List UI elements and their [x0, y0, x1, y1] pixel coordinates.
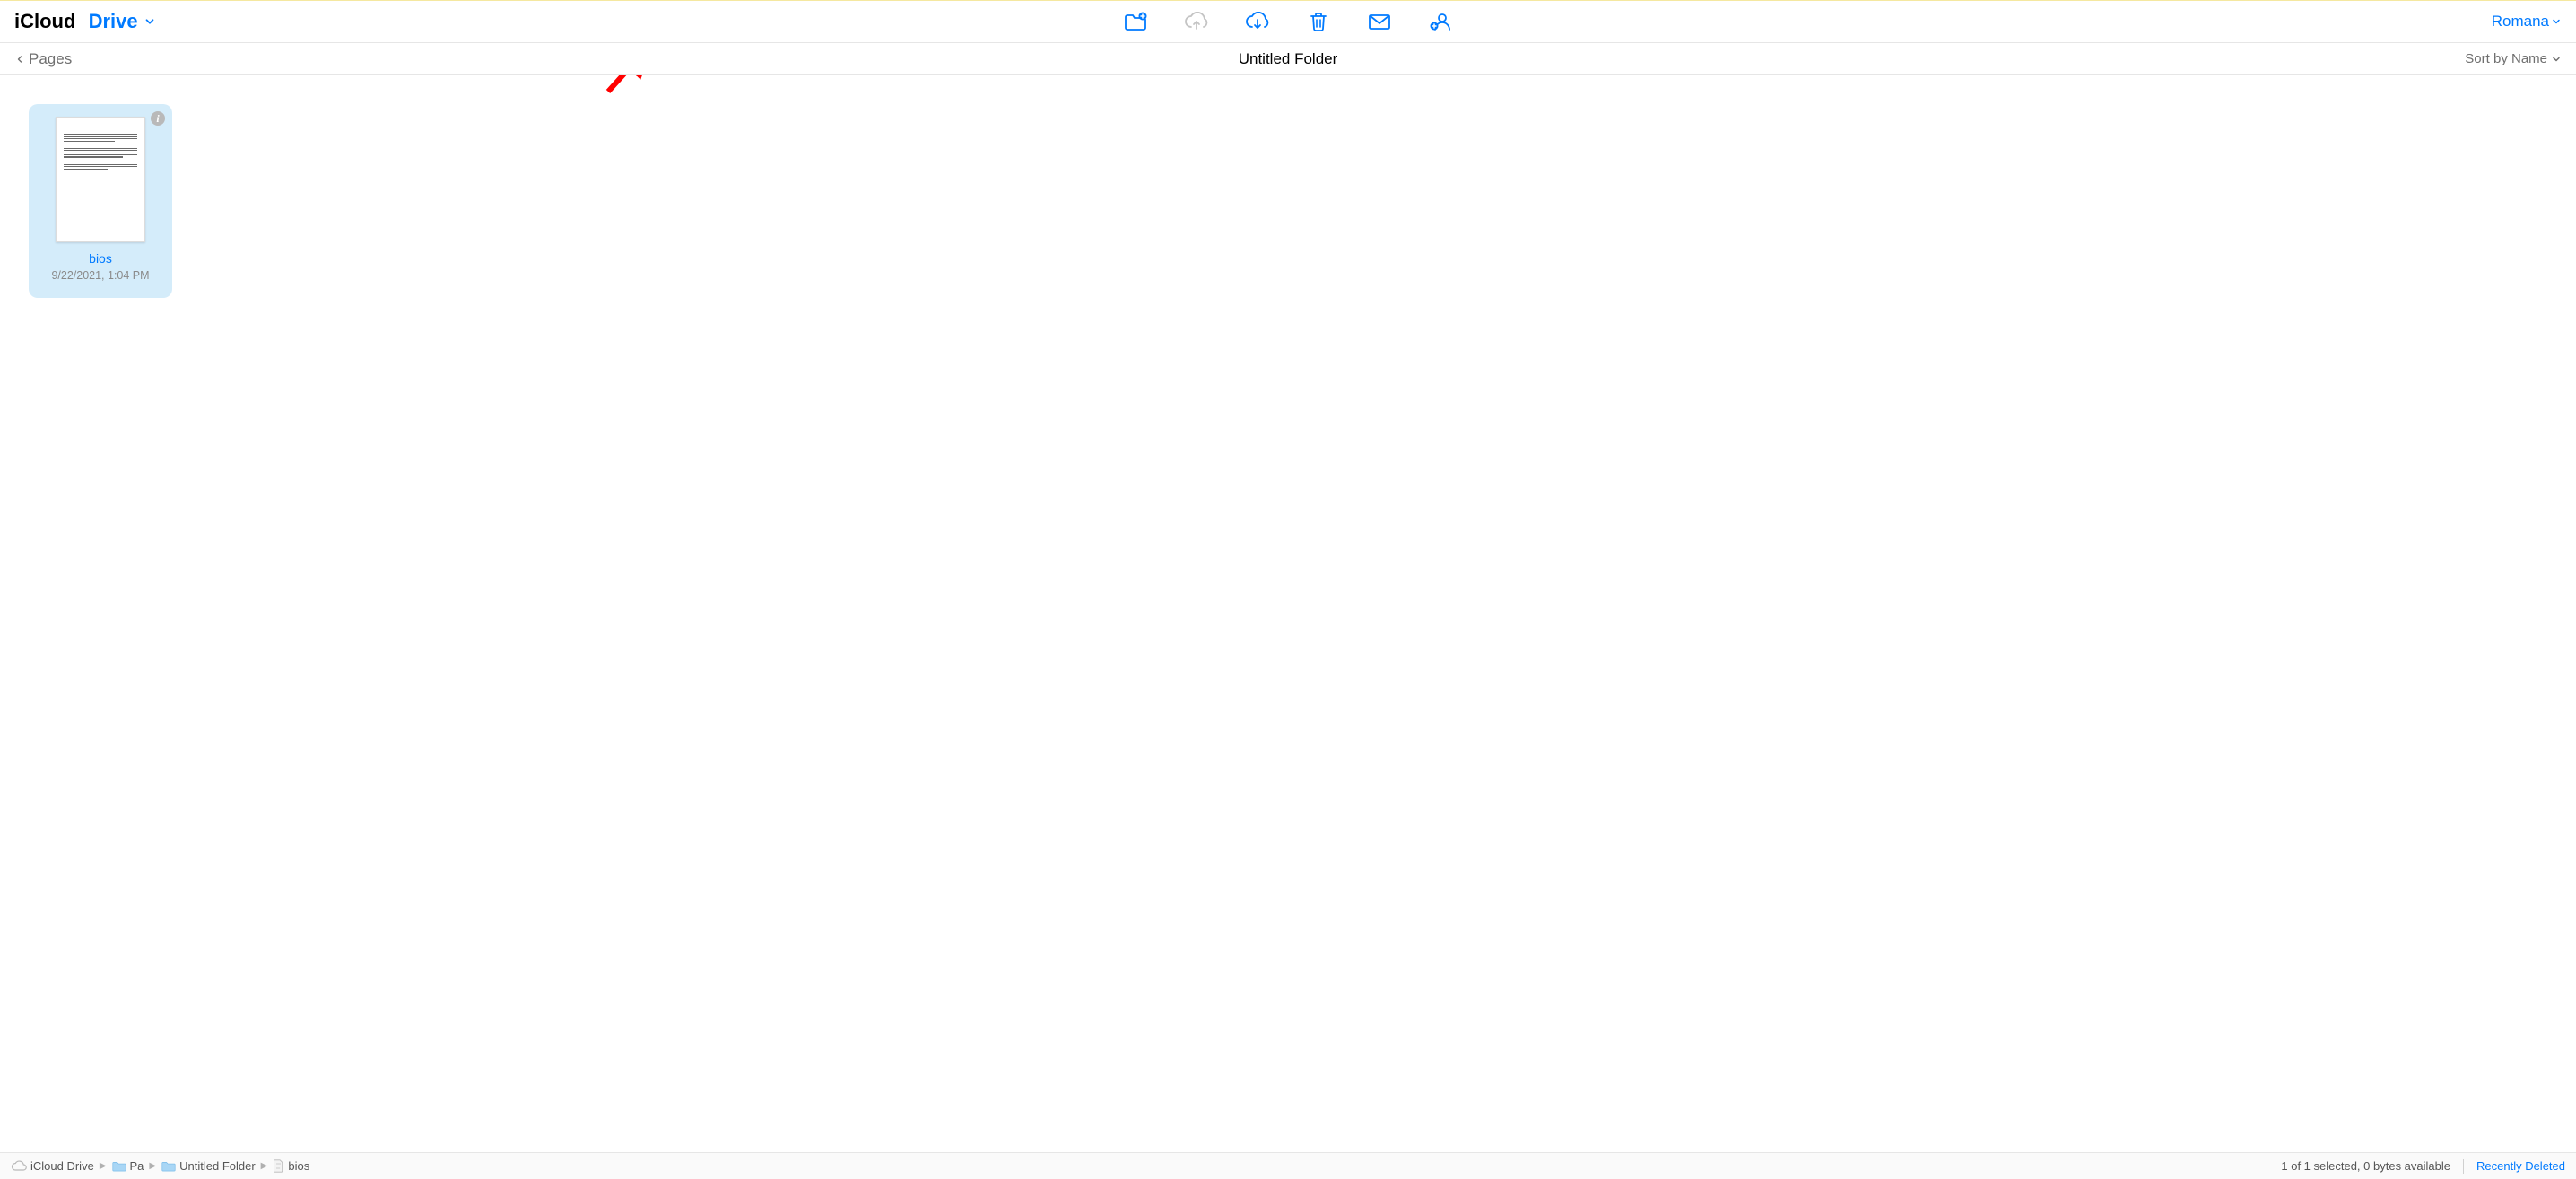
breadcrumb-item-icloud-drive[interactable]: iCloud Drive [11, 1159, 94, 1173]
chevron-down-icon [144, 15, 156, 28]
add-person-icon [1429, 11, 1452, 32]
footer-separator [2463, 1159, 2464, 1174]
top-toolbar: iCloud Drive [0, 0, 2576, 43]
cloud-download-icon [1245, 12, 1270, 31]
user-menu[interactable]: Romana [2492, 13, 2562, 31]
chevron-down-icon [2551, 16, 2562, 27]
breadcrumb-label: Pa [130, 1159, 144, 1173]
info-icon[interactable]: i [151, 111, 165, 126]
footer-right: 1 of 1 selected, 0 bytes available Recen… [2281, 1159, 2565, 1174]
upload-button [1184, 9, 1209, 34]
sort-label: Sort by Name [2465, 51, 2547, 66]
app-title-drive: Drive [89, 10, 138, 33]
trash-icon [1309, 11, 1328, 32]
app-title-icloud: iCloud [14, 10, 75, 33]
breadcrumb-label: Untitled Folder [179, 1159, 256, 1173]
email-button[interactable] [1367, 9, 1392, 34]
chevron-down-icon [2551, 54, 2562, 65]
breadcrumb-item-pages[interactable]: Pa [112, 1159, 144, 1173]
selection-status-label: 1 of 1 selected, 0 bytes available [2281, 1159, 2450, 1173]
file-browser-area[interactable]: i bios 9/22/2021, 1:04 PM [0, 75, 2576, 1152]
recently-deleted-link[interactable]: Recently Deleted [2476, 1159, 2565, 1173]
folder-icon [161, 1160, 176, 1172]
cloud-upload-icon [1184, 12, 1209, 31]
breadcrumb-separator-icon: ▶ [100, 1161, 107, 1171]
document-icon [273, 1159, 284, 1173]
delete-button[interactable] [1306, 9, 1331, 34]
folder-title: Untitled Folder [1239, 50, 1338, 68]
folder-plus-icon [1124, 12, 1147, 31]
app-title-menu[interactable]: iCloud Drive [14, 10, 156, 33]
envelope-icon [1368, 13, 1391, 31]
folder-icon [112, 1160, 126, 1172]
user-name-label: Romana [2492, 13, 2549, 31]
back-button[interactable]: Pages [14, 50, 72, 68]
subheader: Pages Untitled Folder Sort by Name [0, 43, 2576, 75]
chevron-left-icon [14, 52, 25, 66]
download-button[interactable] [1245, 9, 1270, 34]
breadcrumb-item-untitled-folder[interactable]: Untitled Folder [161, 1159, 256, 1173]
new-folder-button[interactable] [1123, 9, 1148, 34]
sort-menu[interactable]: Sort by Name [2465, 51, 2562, 66]
file-name-label: bios [38, 251, 163, 266]
breadcrumb-item-bios[interactable]: bios [273, 1159, 309, 1173]
share-button[interactable] [1428, 9, 1453, 34]
file-grid: i bios 9/22/2021, 1:04 PM [29, 104, 2547, 298]
toolbar-icon-group [1123, 9, 1453, 34]
breadcrumb-separator-icon: ▶ [149, 1161, 156, 1171]
cloud-icon [11, 1160, 27, 1172]
footer-bar: iCloud Drive ▶ Pa ▶ Untitled Folder ▶ bi… [0, 1152, 2576, 1179]
back-label: Pages [29, 50, 72, 68]
breadcrumb-separator-icon: ▶ [261, 1161, 268, 1171]
breadcrumb-label: iCloud Drive [30, 1159, 94, 1173]
annotation-arrow-icon [601, 75, 664, 99]
breadcrumb-label: bios [288, 1159, 309, 1173]
file-item[interactable]: i bios 9/22/2021, 1:04 PM [29, 104, 172, 298]
breadcrumb: iCloud Drive ▶ Pa ▶ Untitled Folder ▶ bi… [11, 1159, 309, 1173]
document-thumbnail-icon [56, 117, 145, 242]
file-date-label: 9/22/2021, 1:04 PM [38, 269, 163, 282]
